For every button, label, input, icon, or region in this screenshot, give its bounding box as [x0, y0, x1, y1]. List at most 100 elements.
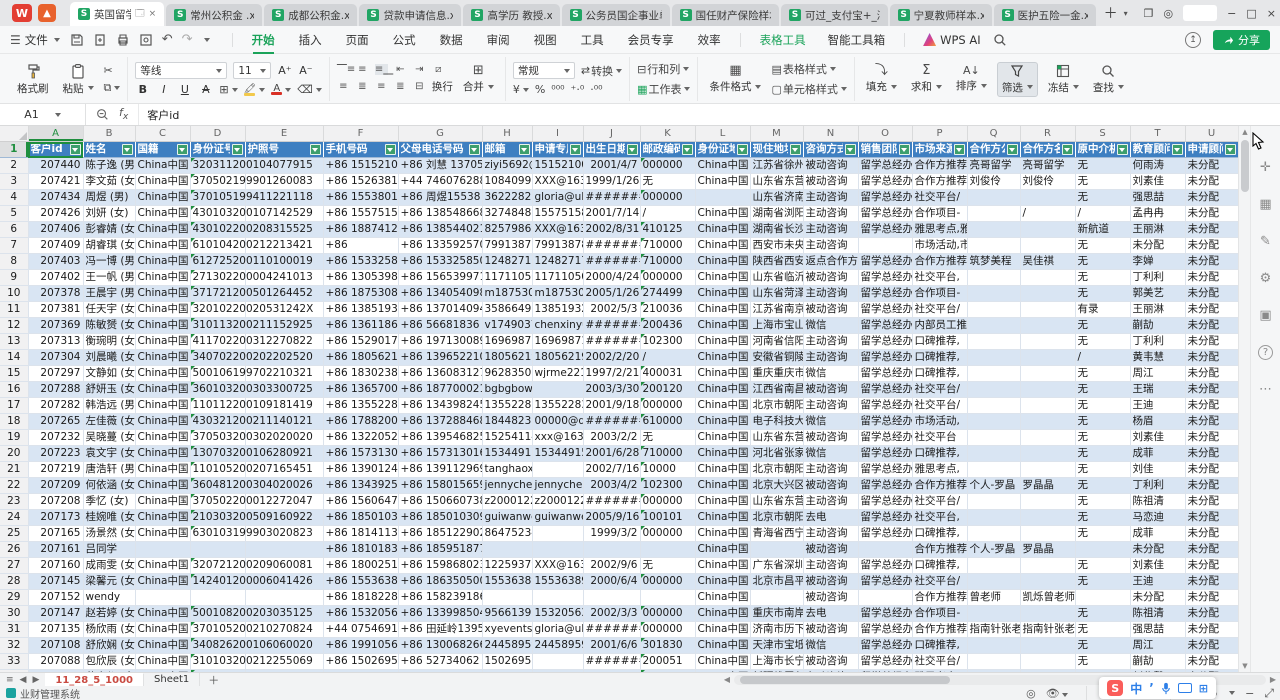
cell[interactable]: 无 — [1075, 606, 1130, 622]
cell[interactable]: ######## — [583, 190, 640, 206]
cell[interactable]: 825798695 — [482, 222, 532, 238]
cell[interactable] — [967, 606, 1020, 622]
cell[interactable]: 310103200212255069 — [190, 654, 245, 670]
save-icon[interactable] — [70, 33, 84, 47]
horizontal-scroll-thumb[interactable] — [740, 676, 950, 684]
cell[interactable]: China中国 — [135, 446, 190, 462]
decrease-decimal-icon[interactable]: ·⁰⁰ — [590, 83, 602, 96]
filter-dropdown-icon[interactable] — [519, 144, 530, 155]
cut-button[interactable]: ✂ — [104, 64, 121, 77]
cell[interactable]: 口碑推荐, — [912, 558, 967, 574]
cell[interactable] — [532, 542, 583, 558]
image-panel-icon[interactable]: ▣ — [1259, 308, 1271, 323]
cell[interactable]: 北京市朝阳 — [750, 398, 803, 414]
sheet-list-icon[interactable]: ≡ — [6, 675, 14, 685]
cell[interactable]: China中国 — [135, 558, 190, 574]
clear-format-button[interactable]: ⌫ — [297, 83, 322, 96]
cell[interactable]: China中国 — [135, 526, 190, 542]
cell[interactable]: 无 — [1075, 478, 1130, 494]
cell[interactable]: China中国 — [695, 334, 750, 350]
document-tab[interactable]: S成都公积金.xlsx — [264, 4, 357, 26]
cell[interactable]: 430103200107142529 — [190, 206, 245, 222]
cell[interactable]: 赵若婷 (女 — [83, 606, 135, 622]
cell[interactable]: 无 — [1075, 382, 1130, 398]
cell[interactable]: China中国 — [135, 174, 190, 190]
row-number[interactable]: 12 — [0, 318, 28, 334]
cell[interactable]: 未分配 — [1185, 462, 1238, 478]
cell[interactable]: 无 — [640, 430, 695, 446]
cell[interactable]: 社交平台/ — [912, 574, 967, 590]
cell[interactable]: 被动咨询 — [803, 302, 858, 318]
cell[interactable] — [532, 590, 583, 606]
document-tab[interactable]: S英国留学生🗔× — [70, 2, 164, 26]
cell[interactable]: +86 1971300890 — [398, 334, 482, 350]
cell[interactable]: 207219 — [28, 462, 83, 478]
cell[interactable]: 吴晓蔓 (女 — [83, 430, 135, 446]
cell[interactable]: 169698712 — [532, 334, 583, 350]
cell[interactable]: 360481200304020026 — [190, 478, 245, 494]
header-cell-I[interactable]: 申请专用 — [532, 142, 583, 158]
cell[interactable]: China中国 — [695, 526, 750, 542]
convert-button[interactable]: ⇄ 转换 — [581, 63, 622, 79]
cell[interactable]: 江苏省南京 — [750, 302, 803, 318]
cell[interactable]: +86 15320563 — [323, 606, 398, 622]
cell[interactable] — [1020, 446, 1075, 462]
cell[interactable] — [967, 318, 1020, 334]
cell[interactable]: 无 — [640, 558, 695, 574]
filter-dropdown-icon[interactable] — [469, 144, 480, 155]
filter-dropdown-icon[interactable] — [232, 144, 243, 155]
cell[interactable] — [967, 494, 1020, 510]
tab-list-caret-icon[interactable]: ▾ — [1124, 9, 1128, 18]
cell[interactable]: 358664913 — [482, 302, 532, 318]
cell[interactable]: +86 17882007 — [323, 414, 398, 430]
cell[interactable]: +86 — [323, 238, 398, 254]
cell[interactable]: 王迪 — [1130, 574, 1185, 590]
cell[interactable]: +86 15026953 — [323, 654, 398, 670]
cell[interactable]: 被动咨询 — [803, 574, 858, 590]
cell[interactable]: 舒欣娴 (女 — [83, 638, 135, 654]
filter-dropdown-icon[interactable] — [1007, 144, 1018, 155]
cell[interactable]: 无 — [1075, 574, 1130, 590]
cell[interactable]: China中国 — [135, 510, 190, 526]
merge-center-icon[interactable]: ⊟ — [413, 81, 426, 92]
row-number[interactable]: 23 — [0, 494, 28, 510]
cell[interactable] — [135, 542, 190, 558]
cell[interactable]: jennychen — [482, 478, 532, 494]
cell[interactable]: 207403 — [28, 254, 83, 270]
cell[interactable]: 留学总经办 — [858, 638, 912, 654]
cell[interactable]: China中国 — [695, 654, 750, 670]
cell[interactable]: +86 1877000215 — [398, 382, 482, 398]
cell[interactable]: 马恋迪 — [1130, 510, 1185, 526]
cell[interactable]: 207108 — [28, 638, 83, 654]
cell[interactable]: 未分配 — [1185, 174, 1238, 190]
cell[interactable]: 117110505 — [482, 270, 532, 286]
increase-decimal-icon[interactable]: ⁺·⁰ — [571, 83, 585, 96]
cell[interactable]: 000000 — [640, 574, 695, 590]
cell[interactable]: 2002/3/3 — [583, 606, 640, 622]
cell[interactable]: 北京市朝阳 — [750, 462, 803, 478]
decrease-font-icon[interactable]: A⁻ — [298, 64, 313, 77]
column-header-O[interactable]: O — [858, 126, 912, 142]
fill-button[interactable]: ⤵ 填充 — [862, 63, 901, 95]
header-cell-K[interactable]: 邮政编码 — [640, 142, 695, 158]
cell[interactable]: 微信 — [803, 446, 858, 462]
quickbar-caret-icon[interactable] — [204, 38, 210, 42]
cell[interactable]: 未分配 — [1185, 574, 1238, 590]
cell[interactable]: 无 — [1075, 622, 1130, 638]
cell[interactable]: China中国 — [695, 478, 750, 494]
row-number[interactable]: 24 — [0, 510, 28, 526]
cell[interactable]: 蒯劼 — [1130, 318, 1185, 334]
cell[interactable]: 000000 — [640, 270, 695, 286]
cell[interactable]: 王丽淋 — [1130, 302, 1185, 318]
cell[interactable] — [1020, 350, 1075, 366]
cell[interactable]: 2003/2/2 — [583, 430, 640, 446]
cell[interactable]: +86 1573130169 — [398, 446, 482, 462]
filter-dropdown-icon[interactable] — [1117, 144, 1128, 155]
cell[interactable]: 被动咨询 — [803, 430, 858, 446]
cell[interactable]: 未分配 — [1185, 286, 1238, 302]
format-painter-button[interactable]: 格式刷 — [13, 62, 53, 97]
cell[interactable]: China中国 — [135, 414, 190, 430]
cell[interactable]: 320311200104077915 — [190, 158, 245, 174]
cell[interactable]: 207209 — [28, 478, 83, 494]
cell[interactable]: XXX@163.c — [532, 222, 583, 238]
